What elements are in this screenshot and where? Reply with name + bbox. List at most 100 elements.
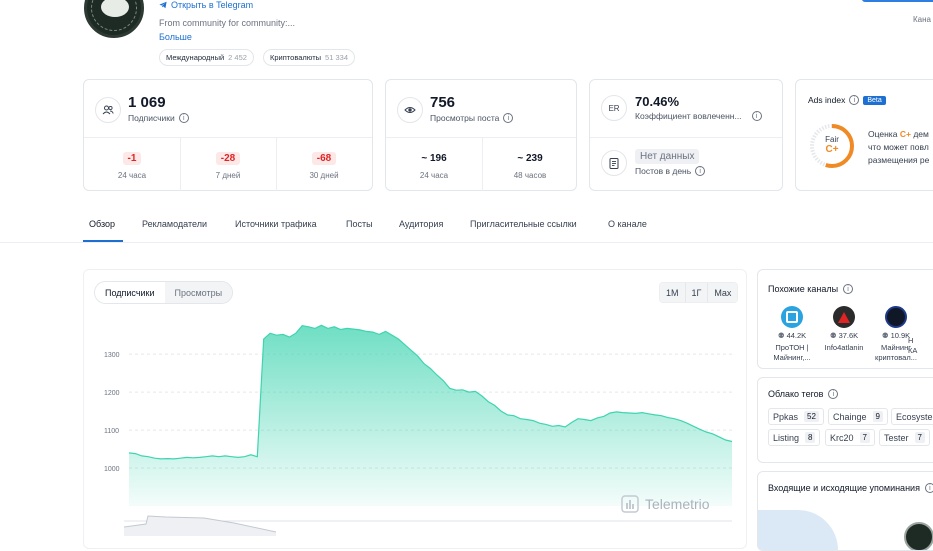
delta-value: -1 xyxy=(122,152,142,165)
category-tag-international[interactable]: Международный 2 452 xyxy=(159,49,254,66)
tab-about-channel[interactable]: О канале xyxy=(608,219,647,229)
tag-label: Listing xyxy=(773,432,800,443)
tag-ecosystem[interactable]: Ecosyste xyxy=(891,408,933,425)
tab-overview[interactable]: Обзор xyxy=(89,219,115,229)
channel-name: Н КА xyxy=(908,336,918,355)
views-card: 756 Просмотры поста i ~ 196 24 часа ~ 23… xyxy=(385,79,577,191)
similar-channels-card: Похожие каналы i ⚉ 44.2K ПроТОН | Майнинг… xyxy=(757,269,933,369)
info-icon[interactable]: i xyxy=(178,113,189,123)
users-icon: ⚉ xyxy=(881,331,889,340)
tag-label: Ecosyste xyxy=(896,411,933,422)
period-label: 48 часов xyxy=(513,171,547,180)
channel-subscriber-count: ⚉ 44.2K xyxy=(778,331,806,340)
similar-channels-title: Похожие каналы xyxy=(768,284,839,294)
er-label-row: Коэффициент вовлеченн... i xyxy=(635,111,762,121)
ads-desc-grade: C+ xyxy=(899,129,911,139)
tag-ppkas[interactable]: Ppkas 52 xyxy=(768,408,824,425)
info-icon[interactable]: i xyxy=(828,389,839,399)
tag-label: Международный xyxy=(166,53,225,62)
ads-desc-line3: размещения ре xyxy=(868,155,930,165)
info-icon[interactable]: i xyxy=(751,111,762,121)
posts-per-day-value: Нет данных xyxy=(635,149,700,164)
views-label: Просмотры поста xyxy=(430,113,500,123)
ads-desc-prefix: Оценка xyxy=(868,129,898,139)
similar-channel-4[interactable]: Н КА xyxy=(908,306,933,356)
mentions-title: Входящие и исходящие упоминания xyxy=(768,483,920,493)
tag-label: Chainge xyxy=(833,411,867,422)
tag-count: 8 xyxy=(805,432,816,443)
mentions-graph-blob xyxy=(758,510,838,550)
tag-tester[interactable]: Tester 7 xyxy=(879,429,930,446)
telegram-icon xyxy=(159,1,167,9)
period-label: 7 дней xyxy=(215,171,241,180)
users-icon xyxy=(95,97,121,123)
tag-krc20[interactable]: Krc20 7 xyxy=(825,429,875,446)
tag-label: Криптовалюты xyxy=(270,53,322,62)
subscribers-7d: -28 7 дней xyxy=(180,152,276,180)
ads-grade-label: Fair C+ xyxy=(808,135,856,155)
similar-channel-2[interactable]: ⚉ 37.6K Info4atlanin xyxy=(818,306,870,353)
category-tag-crypto[interactable]: Криптовалюты 51 334 xyxy=(263,49,355,66)
info-icon[interactable]: i xyxy=(503,113,514,123)
tag-cloud-card: Облако тегов i Ppkas 52 Chainge 9 Ecosyste… xyxy=(757,377,933,463)
subscribers-card: 1 069 Подписчики i -1 24 часа -28 7 дней… xyxy=(83,79,373,191)
channel-description: From community for community:... xyxy=(159,18,296,28)
views-value: 756 xyxy=(430,94,456,111)
er-label: Коэффициент вовлеченн... xyxy=(635,111,742,121)
mentions-card: Входящие и исходящие упоминания i xyxy=(757,471,933,551)
info-icon[interactable]: i xyxy=(924,483,933,493)
tag-count: 2 452 xyxy=(228,53,247,62)
top-right-action-button[interactable] xyxy=(862,0,933,2)
eye-icon xyxy=(397,97,423,123)
tag-label: Ppkas xyxy=(773,411,799,422)
tab-audience[interactable]: Аудитория xyxy=(399,219,443,229)
users-icon: ⚉ xyxy=(777,331,785,340)
tag-count: 51 334 xyxy=(325,53,348,62)
tag-label: Tester xyxy=(884,432,909,443)
channel-subscriber-count: ⚉ 37.6K xyxy=(830,331,858,340)
delta-value: -68 xyxy=(311,152,337,165)
channel-subscriber-count: ⚉ 10.9K xyxy=(882,331,910,340)
channel-name: ПроТОН | Майнинг,... xyxy=(773,343,811,362)
tag-count: 52 xyxy=(804,411,819,422)
er-value: 70.46% xyxy=(635,94,680,109)
tab-posts[interactable]: Посты xyxy=(346,219,373,229)
mention-channel-avatar[interactable] xyxy=(904,522,933,550)
tag-label: Krc20 xyxy=(830,432,854,443)
y-tick-label: 1100 xyxy=(104,428,119,435)
open-in-telegram-label: Открыть в Telegram xyxy=(171,0,254,10)
info-icon[interactable]: i xyxy=(843,284,854,294)
period-label: 24 часа xyxy=(419,171,449,180)
y-tick-label: 1000 xyxy=(104,466,120,473)
subscribers-30d: -68 30 дней xyxy=(276,152,372,180)
tag-listing[interactable]: Listing 8 xyxy=(768,429,821,446)
more-link[interactable]: Больше xyxy=(159,32,192,42)
similar-channel-1[interactable]: ⚉ 44.2K ПроТОН | Майнинг,... xyxy=(766,306,818,363)
tab-bar: Обзор Рекламодатели Источники трафика По… xyxy=(0,208,933,243)
info-icon[interactable]: i xyxy=(695,166,706,176)
channel-avatar xyxy=(833,306,855,328)
info-icon[interactable]: i xyxy=(849,95,860,105)
tag-chainge[interactable]: Chainge 9 xyxy=(828,408,888,425)
tag-cloud-title: Облако тегов xyxy=(768,389,824,399)
period-label: 30 дней xyxy=(309,171,339,180)
subscribers-label: Подписчики xyxy=(128,113,175,123)
subscribers-value: 1 069 xyxy=(128,94,166,111)
tab-advertisers[interactable]: Рекламодатели xyxy=(142,219,207,229)
channel-avatar xyxy=(781,306,803,328)
subscribers-24h: -1 24 часа xyxy=(84,152,180,180)
views-period-value: ~ 239 xyxy=(517,153,543,164)
y-tick-label: 1300 xyxy=(104,352,120,359)
ads-index-card: Ads index i Beta Fair C+ Оценка C+ дем ч… xyxy=(795,79,933,191)
tab-invite-links[interactable]: Пригласительные ссылки xyxy=(470,219,577,229)
mentions-title-row: Входящие и исходящие упоминания i xyxy=(768,483,933,493)
subscribers-label-row: Подписчики i xyxy=(128,113,189,123)
open-in-telegram-link[interactable]: Открыть в Telegram xyxy=(159,0,253,10)
er-icon: ER xyxy=(601,95,627,121)
tag-count: 7 xyxy=(914,432,925,443)
tab-traffic-sources[interactable]: Источники трафика xyxy=(235,219,317,229)
ads-index-title-row: Ads index i Beta xyxy=(808,95,886,105)
subscribers-area xyxy=(129,325,732,506)
channel-avatar[interactable] xyxy=(84,0,144,38)
ads-desc-suffix: дем xyxy=(913,129,929,139)
